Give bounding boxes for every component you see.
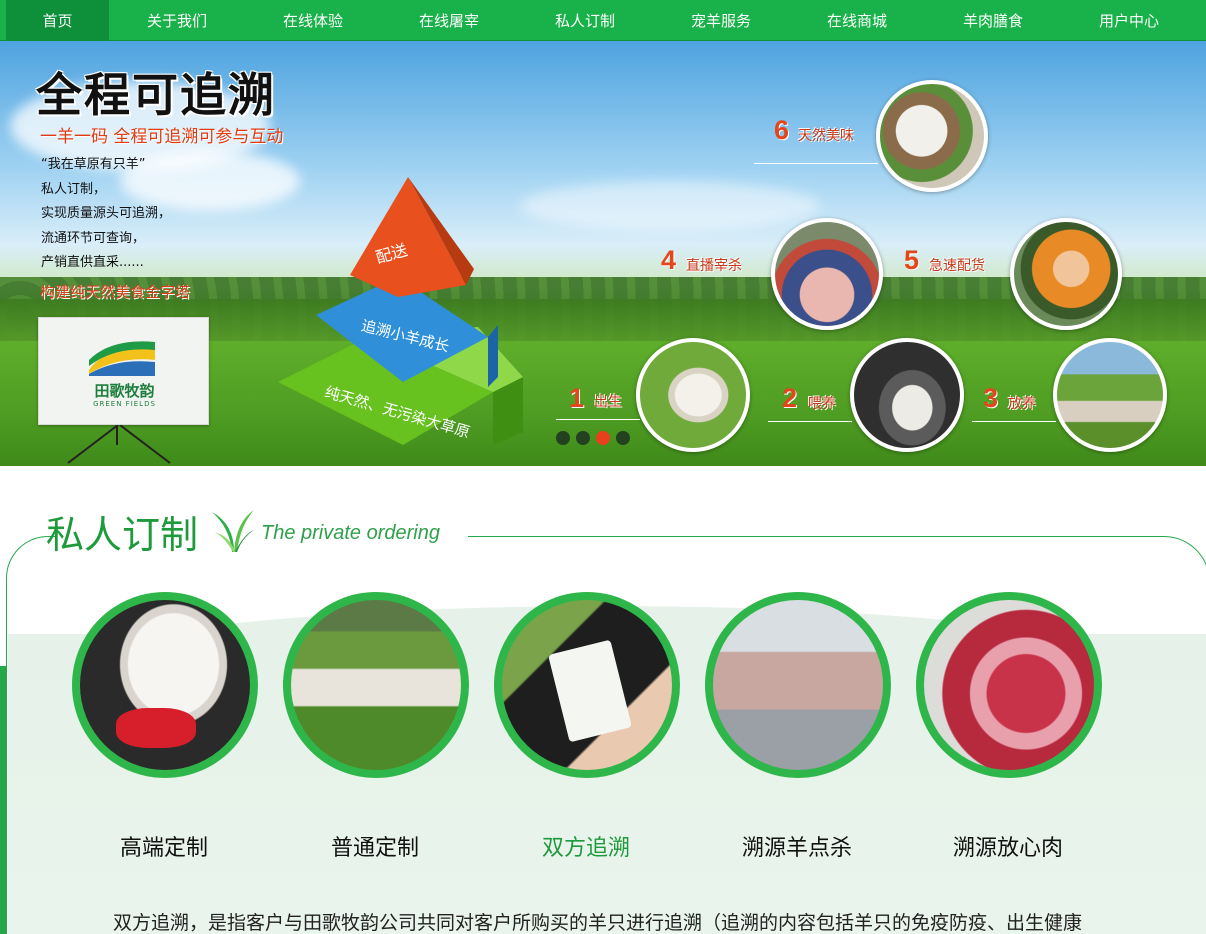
sheep-grazing-photo xyxy=(291,600,461,770)
item-label-regular[interactable]: 普通定制 xyxy=(275,830,475,862)
item-trace-slaughter[interactable] xyxy=(705,592,891,778)
banner-line: 私人订制， xyxy=(41,181,107,197)
slaughter-photo xyxy=(771,218,883,330)
step-3-label: 放养 xyxy=(1008,396,1036,412)
step-1-label: 出生 xyxy=(594,394,622,410)
nav-online-slaughter[interactable]: 在线屠宰 xyxy=(381,0,517,41)
section-frame-left xyxy=(6,536,56,934)
item-label-high-end[interactable]: 高端定制 xyxy=(64,830,264,862)
step-2-label: 喂养 xyxy=(808,396,836,412)
processing-photo xyxy=(713,600,883,770)
step-1-number: 1 xyxy=(569,383,585,413)
nav-mutton-diet[interactable]: 羊肉膳食 xyxy=(925,0,1061,41)
step-3-number: 3 xyxy=(983,383,999,413)
item-high-end-custom[interactable] xyxy=(72,592,258,778)
pyramid-caption: 构建纯天然美食金字塔 xyxy=(40,283,191,301)
item-label-trace-slaughter[interactable]: 溯源羊点杀 xyxy=(697,830,897,862)
section-description: 双方追溯，是指客户与田歌牧韵公司共同对客户所购买的羊只进行追溯（追溯的内容包括羊… xyxy=(113,912,1083,934)
grazing-photo xyxy=(1053,338,1167,452)
item-label-trace-meat[interactable]: 溯源放心肉 xyxy=(908,830,1108,862)
step-line xyxy=(754,163,878,164)
step-4-number: 4 xyxy=(661,245,677,275)
easel-icon xyxy=(67,425,171,464)
section-divider xyxy=(468,536,1148,537)
logo-text-cn: 田歌牧韵 xyxy=(94,382,155,400)
step-4-label: 直播宰杀 xyxy=(686,258,742,274)
lamb-photo xyxy=(636,338,750,452)
nav-online-experience[interactable]: 在线体验 xyxy=(245,0,381,41)
food-pyramid: 配送 追溯小羊成长 纯天然、无污染大草原 xyxy=(278,177,523,445)
step-line xyxy=(768,421,852,422)
feeding-photo xyxy=(850,338,964,452)
banner-subtitle: 一羊一码 全程可追溯可参与互动 xyxy=(40,127,284,147)
banner-title: 全程可追溯 xyxy=(36,68,276,122)
green-fields-logo-icon xyxy=(89,341,155,376)
page: 首页 关于我们 在线体验 在线屠宰 私人订制 宠羊服务 在线商城 羊肉膳食 用户… xyxy=(0,0,1206,934)
section-frame-right xyxy=(1140,536,1206,934)
step-5-number: 5 xyxy=(904,245,920,275)
delivery-photo xyxy=(1010,218,1122,330)
step-6-number: 6 xyxy=(774,115,790,145)
section-title: 私人订制 xyxy=(46,513,199,557)
step-line xyxy=(972,421,1056,422)
banner-lines: “我在草原有只羊” 私人订制， 实现质量源头可追溯， 流通环节可查询， 产销直供… xyxy=(41,153,171,276)
logo-board: 田歌牧韵 GREEN FIELDS xyxy=(38,317,209,425)
slider-dot-4[interactable] xyxy=(616,431,630,445)
item-regular-custom[interactable] xyxy=(283,592,469,778)
item-mutual-trace[interactable] xyxy=(494,592,680,778)
banner-line: 实现质量源头可追溯， xyxy=(41,206,172,221)
section-subtitle: The private ordering xyxy=(261,522,440,544)
logo-text-en: GREEN FIELDS xyxy=(93,400,156,408)
nav-pet-sheep[interactable]: 宠羊服务 xyxy=(653,0,789,41)
nav-user-center[interactable]: 用户中心 xyxy=(1061,0,1197,41)
section-leftbar xyxy=(0,666,7,934)
alpaca-photo xyxy=(80,600,250,770)
step-5-label: 急速配货 xyxy=(929,258,985,274)
meat-cubes-photo xyxy=(924,600,1094,770)
dish-photo xyxy=(876,80,988,192)
phone-screen xyxy=(548,639,632,743)
slider-dot-3[interactable] xyxy=(596,431,610,445)
cloud xyxy=(520,181,820,231)
banner-line: 产销直供直采...... xyxy=(41,255,144,270)
step-6-label: 天然美味 xyxy=(798,128,854,144)
step-2-number: 2 xyxy=(782,383,798,413)
hero-banner[interactable]: 全程可追溯 一羊一码 全程可追溯可参与互动 “我在草原有只羊” 私人订制， 实现… xyxy=(0,41,1206,466)
banner-line: 流通环节可查询， xyxy=(41,230,146,246)
nav-about[interactable]: 关于我们 xyxy=(109,0,245,41)
private-ordering-section: 私人订制 The private ordering 高端定制 普通定制 双方追溯… xyxy=(0,466,1206,934)
grass-leaf-icon xyxy=(212,510,254,552)
phone-app-photo xyxy=(502,600,672,770)
red-bow xyxy=(116,708,196,748)
banner-line: “我在草原有只羊” xyxy=(41,157,146,172)
nav-private-order[interactable]: 私人订制 xyxy=(517,0,653,41)
nav-home[interactable]: 首页 xyxy=(6,0,109,41)
item-label-mutual-trace[interactable]: 双方追溯 xyxy=(486,830,686,862)
slider-dot-2[interactable] xyxy=(576,431,590,445)
nav-online-mall[interactable]: 在线商城 xyxy=(789,0,925,41)
main-nav: 首页 关于我们 在线体验 在线屠宰 私人订制 宠羊服务 在线商城 羊肉膳食 用户… xyxy=(0,0,1206,41)
slider-dot-1[interactable] xyxy=(556,431,570,445)
slider-dots xyxy=(556,431,630,445)
step-line xyxy=(556,419,640,420)
item-trace-meat[interactable] xyxy=(916,592,1102,778)
